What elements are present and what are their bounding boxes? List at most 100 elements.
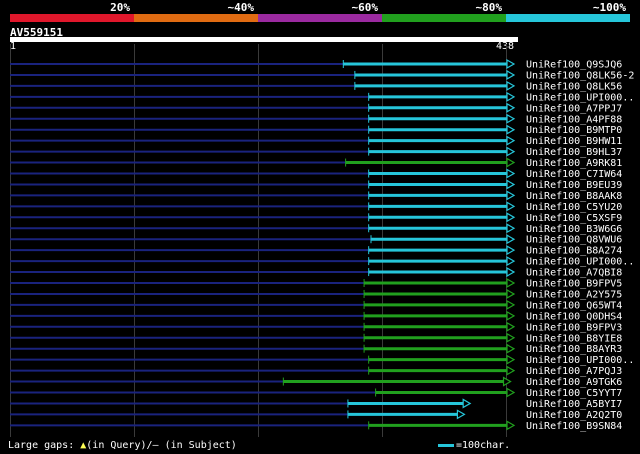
hit-label[interactable]: UniRef100_Q8LK56-2 — [526, 70, 634, 81]
scale-label: =100char. — [456, 440, 511, 451]
hit-row[interactable]: UniRef100_Q65WT4 — [10, 299, 622, 311]
hit-label[interactable]: UniRef100_Q8LK56 — [526, 81, 622, 92]
hit-label[interactable]: UniRef100_UPI000.. — [526, 257, 634, 268]
hit-row[interactable]: UniRef100_Q8LK56-2 — [10, 69, 634, 81]
hit-label[interactable]: UniRef100_A7PPJ7 — [526, 103, 622, 114]
hit-row[interactable]: UniRef100_A7PPJ7 — [10, 102, 622, 114]
hit-label[interactable]: UniRef100_C5XSF9 — [526, 213, 622, 224]
hit-row[interactable]: UniRef100_A2Q2T0 — [10, 409, 622, 421]
hit-label[interactable]: UniRef100_A9RK81 — [526, 158, 622, 169]
hit-end-arrow-icon — [506, 157, 516, 168]
hit-row[interactable]: UniRef100_C5YU20 — [10, 201, 622, 213]
hit-row[interactable]: UniRef100_B8AAK8 — [10, 190, 622, 202]
legend-label: ~60% — [351, 1, 379, 14]
hit-label[interactable]: UniRef100_C7IW64 — [526, 169, 622, 180]
hit-label[interactable]: UniRef100_B9HW11 — [526, 136, 622, 147]
hit-end-arrow-icon — [506, 102, 516, 113]
hit-label[interactable]: UniRef100_Q65WT4 — [526, 300, 622, 311]
hit-label[interactable]: UniRef100_C5YYT7 — [526, 388, 622, 399]
hit-alignment-plot: UniRef100_Q9SJQ6UniRef100_Q8LK56-2UniRef… — [10, 58, 634, 432]
hit-row[interactable]: UniRef100_B9SN84 — [10, 420, 622, 432]
hit-label[interactable]: UniRef100_B9HL37 — [526, 147, 622, 158]
legend-label: ~80% — [475, 1, 503, 14]
hit-row[interactable]: UniRef100_A9RK81 — [10, 157, 622, 169]
hit-row[interactable]: UniRef100_UPI000.. — [10, 354, 634, 366]
legend-label: 20% — [110, 1, 130, 14]
hit-row[interactable]: UniRef100_C7IW64 — [10, 168, 622, 180]
hit-row[interactable]: UniRef100_B9HL37 — [10, 146, 622, 158]
hit-row[interactable]: UniRef100_A2Y575 — [10, 288, 622, 300]
hit-label[interactable]: UniRef100_B8AYR3 — [526, 344, 622, 355]
hit-label[interactable]: UniRef100_A4PF88 — [526, 114, 622, 125]
hit-label[interactable]: UniRef100_B9MTP0 — [526, 125, 622, 136]
hit-end-arrow-icon — [506, 299, 516, 310]
hit-row[interactable]: UniRef100_A4PF88 — [10, 113, 622, 125]
scale-legend: =100char. — [438, 440, 510, 451]
gaps-prefix: Large gaps: — [8, 440, 81, 451]
hit-label[interactable]: UniRef100_B8AAK8 — [526, 191, 622, 202]
hit-label[interactable]: UniRef100_Q0DHS4 — [526, 311, 622, 322]
hit-label[interactable]: UniRef100_UPI000.. — [526, 92, 634, 103]
hit-label[interactable]: UniRef100_A7QBI8 — [526, 268, 622, 279]
hit-label[interactable]: UniRef100_B8A274 — [526, 246, 622, 257]
hit-end-arrow-icon — [506, 113, 516, 124]
hit-label[interactable]: UniRef100_A5BYI7 — [526, 399, 622, 410]
hit-row[interactable]: UniRef100_A7PQJ3 — [10, 365, 622, 377]
hit-label[interactable]: UniRef100_C5YU20 — [526, 202, 622, 213]
hit-label[interactable]: UniRef100_B8YIE8 — [526, 333, 622, 344]
hit-row[interactable]: UniRef100_B9HW11 — [10, 135, 622, 147]
hit-end-arrow-icon — [506, 146, 516, 157]
gaps-legend: Large gaps: ▲(in Query)/– (in Subject) — [8, 440, 237, 451]
hit-row[interactable]: UniRef100_B3W6G6 — [10, 223, 622, 235]
hit-label[interactable]: UniRef100_B9FPV5 — [526, 279, 622, 290]
hit-end-arrow-icon — [506, 212, 516, 223]
hit-row[interactable]: UniRef100_B8YIE8 — [10, 332, 622, 344]
hit-label[interactable]: UniRef100_A2Y575 — [526, 289, 622, 300]
hit-row[interactable]: UniRef100_B8A274 — [10, 245, 622, 257]
hit-label[interactable]: UniRef100_UPI000.. — [526, 355, 634, 366]
hit-label[interactable]: UniRef100_A2Q2T0 — [526, 410, 622, 421]
hit-end-arrow-icon — [462, 398, 472, 409]
hit-end-arrow-icon — [506, 80, 516, 91]
hit-row[interactable]: UniRef100_B9FPV3 — [10, 321, 622, 333]
hit-row[interactable]: UniRef100_C5YYT7 — [10, 387, 622, 399]
hit-row[interactable]: UniRef100_B9FPV5 — [10, 277, 622, 290]
hit-label[interactable]: UniRef100_B9SN84 — [526, 421, 622, 432]
hit-row[interactable]: UniRef100_C5XSF9 — [10, 212, 622, 224]
hit-row[interactable]: UniRef100_UPI000.. — [10, 91, 634, 103]
hit-end-arrow-icon — [506, 343, 516, 354]
legend-label: ~40% — [227, 1, 255, 14]
hit-label[interactable]: UniRef100_B3W6G6 — [526, 224, 622, 235]
hit-row[interactable]: UniRef100_A7QBI8 — [10, 267, 622, 279]
hit-label[interactable]: UniRef100_A7PQJ3 — [526, 366, 622, 377]
hit-end-arrow-icon — [506, 179, 516, 190]
hit-row[interactable]: UniRef100_B9EU39 — [10, 179, 622, 191]
hit-end-arrow-icon — [506, 277, 516, 289]
hit-label[interactable]: UniRef100_B9FPV3 — [526, 322, 622, 333]
hit-row[interactable]: UniRef100_UPI000.. — [10, 256, 634, 268]
hit-end-arrow-icon — [506, 58, 516, 70]
hit-label[interactable]: UniRef100_Q8VWU6 — [526, 235, 622, 246]
hit-label[interactable]: UniRef100_A9TGK6 — [526, 377, 622, 388]
hit-row[interactable]: UniRef100_A9TGK6 — [10, 376, 622, 388]
hit-end-arrow-icon — [506, 91, 516, 102]
hit-end-arrow-icon — [506, 310, 516, 321]
hit-end-arrow-icon — [456, 409, 466, 420]
hit-end-arrow-icon — [506, 201, 516, 212]
hit-end-arrow-icon — [506, 234, 516, 245]
hit-row[interactable]: UniRef100_Q8LK56 — [10, 80, 622, 92]
hit-row[interactable]: UniRef100_B9MTP0 — [10, 124, 622, 136]
hit-label[interactable]: UniRef100_B9EU39 — [526, 180, 622, 191]
hit-end-arrow-icon — [506, 69, 516, 80]
hit-end-arrow-icon — [506, 245, 516, 256]
legend-label: ~100% — [592, 1, 626, 14]
hit-end-arrow-icon — [506, 365, 516, 376]
hit-row[interactable]: UniRef100_Q8VWU6 — [10, 234, 622, 246]
hit-end-arrow-icon — [506, 124, 516, 135]
hit-row[interactable]: UniRef100_Q9SJQ6 — [10, 58, 622, 71]
hit-row[interactable]: UniRef100_A5BYI7 — [10, 398, 622, 410]
hit-label[interactable]: UniRef100_Q9SJQ6 — [526, 60, 622, 71]
hit-row[interactable]: UniRef100_Q0DHS4 — [10, 310, 622, 322]
hit-row[interactable]: UniRef100_B8AYR3 — [10, 343, 622, 355]
hit-end-arrow-icon — [506, 420, 516, 431]
